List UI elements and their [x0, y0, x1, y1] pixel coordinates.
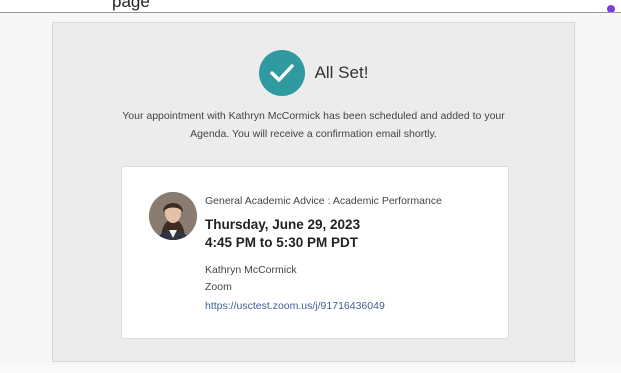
- message-line-1: Your appointment with Kathryn McCormick …: [122, 110, 505, 122]
- meeting-location: Zoom: [205, 281, 232, 293]
- advisor-name: Kathryn McCormick: [205, 264, 297, 276]
- top-strip: page: [0, 0, 621, 13]
- appointment-info: General Academic Advice : Academic Perfo…: [205, 195, 498, 315]
- partial-heading-text: page: [112, 0, 150, 11]
- page-title: All Set!: [314, 63, 369, 82]
- confirmation-header: All Set!: [53, 50, 574, 96]
- confirmation-panel: All Set! Your appointment with Kathryn M…: [52, 22, 575, 362]
- accent-dot-icon: [607, 5, 615, 12]
- message-line-2: Agenda. You will receive a confirmation …: [190, 128, 437, 140]
- confirmation-message: Your appointment with Kathryn McCormick …: [85, 107, 542, 143]
- checkmark-icon: [258, 50, 305, 96]
- appointment-card: General Academic Advice : Academic Perfo…: [121, 166, 509, 339]
- bottom-edge: [0, 365, 621, 373]
- appointment-date: Thursday, June 29, 2023: [205, 217, 361, 232]
- avatar: [149, 192, 197, 240]
- appointment-type: General Academic Advice : Academic Perfo…: [205, 195, 442, 207]
- appointment-time: 4:45 PM to 5:30 PM PDT: [205, 235, 359, 250]
- meeting-link[interactable]: https://usctest.zoom.us/j/91716436049: [205, 300, 385, 312]
